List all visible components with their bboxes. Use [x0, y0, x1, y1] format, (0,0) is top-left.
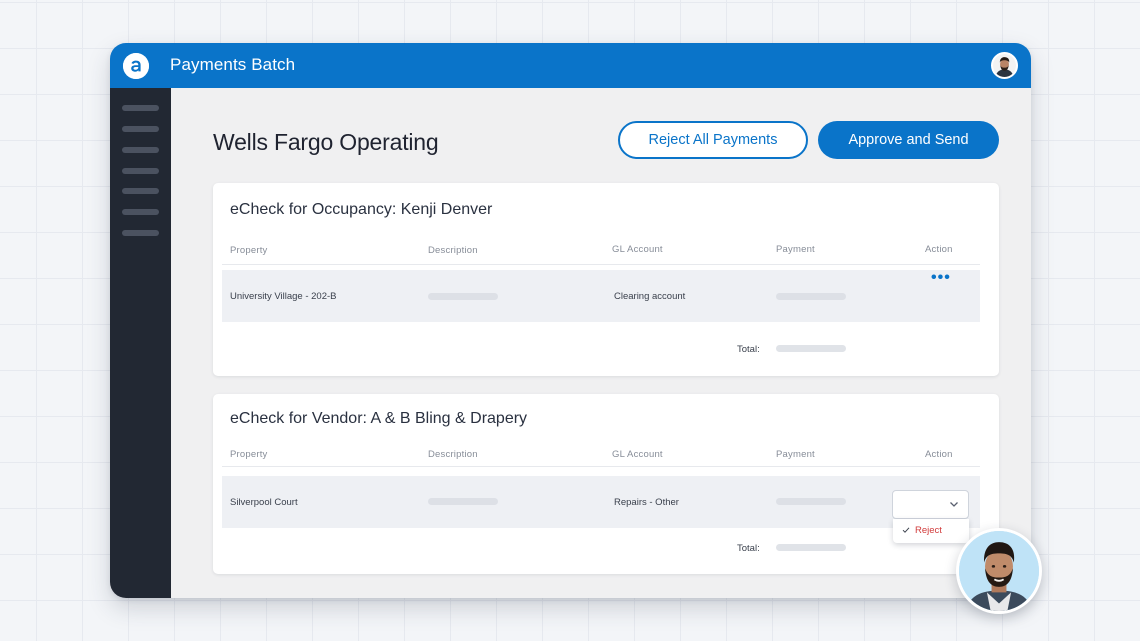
table-row[interactable]: Silverpool Court Repairs - Other [222, 476, 980, 528]
total-placeholder [776, 345, 846, 352]
avatar[interactable] [991, 52, 1018, 79]
total-placeholder [776, 544, 846, 551]
column-header-action: Action [925, 449, 953, 460]
property-cell: Silverpool Court [230, 497, 298, 508]
action-dropdown-menu: Reject [893, 519, 969, 543]
app-title: Payments Batch [170, 55, 296, 74]
sidebar-item-4[interactable] [122, 168, 159, 174]
description-placeholder [428, 498, 498, 505]
sidebar [110, 88, 171, 598]
check-icon [902, 527, 910, 533]
payment-card-vendor: eCheck for Vendor: A & B Bling & Drapery… [213, 394, 999, 574]
column-header-payment: Payment [776, 244, 815, 255]
app-window: Payments Batch Wells Fargo Operating Rej… [110, 43, 1031, 598]
table-row[interactable]: University Village - 202-B Clearing acco… [222, 270, 980, 322]
sidebar-item-3[interactable] [122, 147, 159, 153]
reject-option[interactable]: Reject [915, 525, 942, 536]
gl-account-cell: Repairs - Other [614, 497, 679, 508]
column-header-gl-account: GL Account [612, 449, 663, 460]
payment-card-occupancy: eCheck for Occupancy: Kenji Denver Prope… [213, 183, 999, 376]
sidebar-item-7[interactable] [122, 230, 159, 236]
column-header-property: Property [230, 449, 268, 460]
column-header-description: Description [428, 245, 478, 256]
column-header-description: Description [428, 449, 478, 460]
sidebar-item-1[interactable] [122, 105, 159, 111]
payment-placeholder [776, 498, 846, 505]
more-dots-icon[interactable]: ••• [931, 270, 951, 286]
page-title: Wells Fargo Operating [213, 129, 439, 155]
total-label: Total: [737, 543, 760, 554]
user-avatar [956, 528, 1042, 614]
column-header-action: Action [925, 244, 953, 255]
sidebar-item-5[interactable] [122, 188, 159, 194]
title-bar: Payments Batch [110, 43, 1031, 88]
sidebar-item-6[interactable] [122, 209, 159, 215]
column-header-payment: Payment [776, 449, 815, 460]
divider [222, 466, 980, 467]
divider [222, 264, 980, 265]
sidebar-item-2[interactable] [122, 126, 159, 132]
column-header-gl-account: GL Account [612, 244, 663, 255]
approve-and-send-button[interactable]: Approve and Send [818, 121, 999, 159]
gl-account-cell: Clearing account [614, 291, 686, 302]
brand-a-logo-icon[interactable] [123, 53, 149, 79]
total-label: Total: [737, 344, 760, 355]
card-title: eCheck for Occupancy: Kenji Denver [230, 201, 493, 218]
reject-all-payments-button[interactable]: Reject All Payments [618, 121, 808, 159]
main-content: Wells Fargo Operating Reject All Payment… [171, 88, 1031, 598]
action-select[interactable] [892, 490, 969, 519]
property-cell: University Village - 202-B [230, 291, 337, 302]
payment-placeholder [776, 293, 846, 300]
card-title: eCheck for Vendor: A & B Bling & Drapery [230, 410, 528, 427]
chevron-down-icon [950, 502, 958, 507]
description-placeholder [428, 293, 498, 300]
column-header-property: Property [230, 245, 268, 256]
